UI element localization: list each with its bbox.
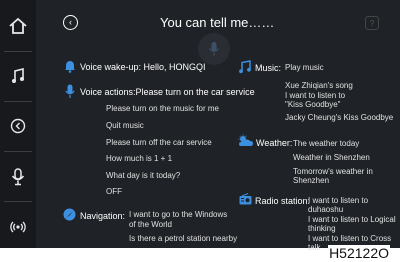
music-phrase[interactable]: "Kiss Goodbye": [285, 100, 340, 110]
microphone-icon: [65, 84, 75, 98]
weather-phrase[interactable]: The weather today: [293, 139, 359, 149]
voice-wakeup-label: Voice wake-up: Hello, HONGQI: [80, 62, 206, 72]
radio-phrase[interactable]: I want to listen to Cross: [308, 234, 391, 244]
music-phrase[interactable]: Xue Zhiqian's song: [285, 81, 353, 91]
sidebar-divider: [4, 51, 32, 52]
radio-icon: [239, 193, 252, 205]
weather-label: Weather:: [256, 138, 293, 148]
navigation-phrase[interactable]: I want to go to the Windows: [129, 210, 227, 220]
music-note-icon[interactable]: [2, 60, 34, 92]
voice-actions-phrase[interactable]: Please turn on the music for me: [106, 104, 219, 114]
back-button[interactable]: ‹: [63, 15, 78, 30]
voice-actions-phrase[interactable]: Please turn off the car service: [106, 138, 212, 148]
microphone-icon: [208, 42, 220, 56]
chevron-left-icon: ‹: [69, 17, 72, 27]
radio-phrase[interactable]: talk: [308, 243, 320, 253]
navigation-phrase[interactable]: Is there a petrol station nearby: [129, 234, 237, 244]
radio-station-label: Radio station:: [255, 196, 311, 206]
voice-actions-phrase[interactable]: What day is it today?: [106, 171, 180, 181]
sidebar-divider: [4, 201, 32, 202]
music-phrase[interactable]: Play music: [285, 63, 324, 73]
weather-sun-cloud-icon: [238, 134, 253, 146]
navigation-label: Navigation:: [80, 211, 126, 221]
radio-phrase[interactable]: duhaoshu: [308, 205, 343, 215]
figure-caption: H52122O: [328, 245, 390, 261]
sidebar-divider: [4, 151, 32, 152]
main-panel: ‹ You can tell me…… ? Voice wake-up: Hel…: [36, 0, 400, 252]
home-icon[interactable]: [2, 10, 34, 42]
music-phrase[interactable]: Jacky Cheung's Kiss Goodbye: [285, 113, 393, 123]
bell-icon: [65, 61, 75, 73]
microphone-button[interactable]: [198, 33, 230, 65]
weather-phrase[interactable]: Weather in Shenzhen: [293, 153, 370, 163]
music-label: Music:: [255, 63, 282, 73]
voice-actions-phrase[interactable]: Quit music: [106, 121, 144, 131]
sidebar: [0, 0, 36, 248]
microphone-icon[interactable]: [2, 161, 34, 193]
voice-actions-phrase[interactable]: OFF: [106, 187, 122, 197]
voice-actions-phrase[interactable]: How much is 1 + 1: [106, 154, 172, 164]
radio-icon[interactable]: [2, 211, 34, 243]
music-note-icon: [239, 60, 251, 74]
navigation-compass-icon: [63, 208, 76, 221]
weather-phrase[interactable]: Shenzhen: [293, 176, 329, 186]
radio-phrase[interactable]: thinking: [308, 224, 336, 234]
voice-assistant-screen: ‹ You can tell me…… ? Voice wake-up: Hel…: [0, 0, 400, 252]
help-icon[interactable]: ?: [365, 16, 379, 30]
page-title: You can tell me……: [160, 15, 275, 30]
back-icon[interactable]: [2, 110, 34, 142]
voice-actions-label: Voice actions:Please turn on the car ser…: [80, 87, 255, 97]
sidebar-divider: [4, 101, 32, 102]
navigation-phrase[interactable]: of the World: [129, 220, 172, 230]
